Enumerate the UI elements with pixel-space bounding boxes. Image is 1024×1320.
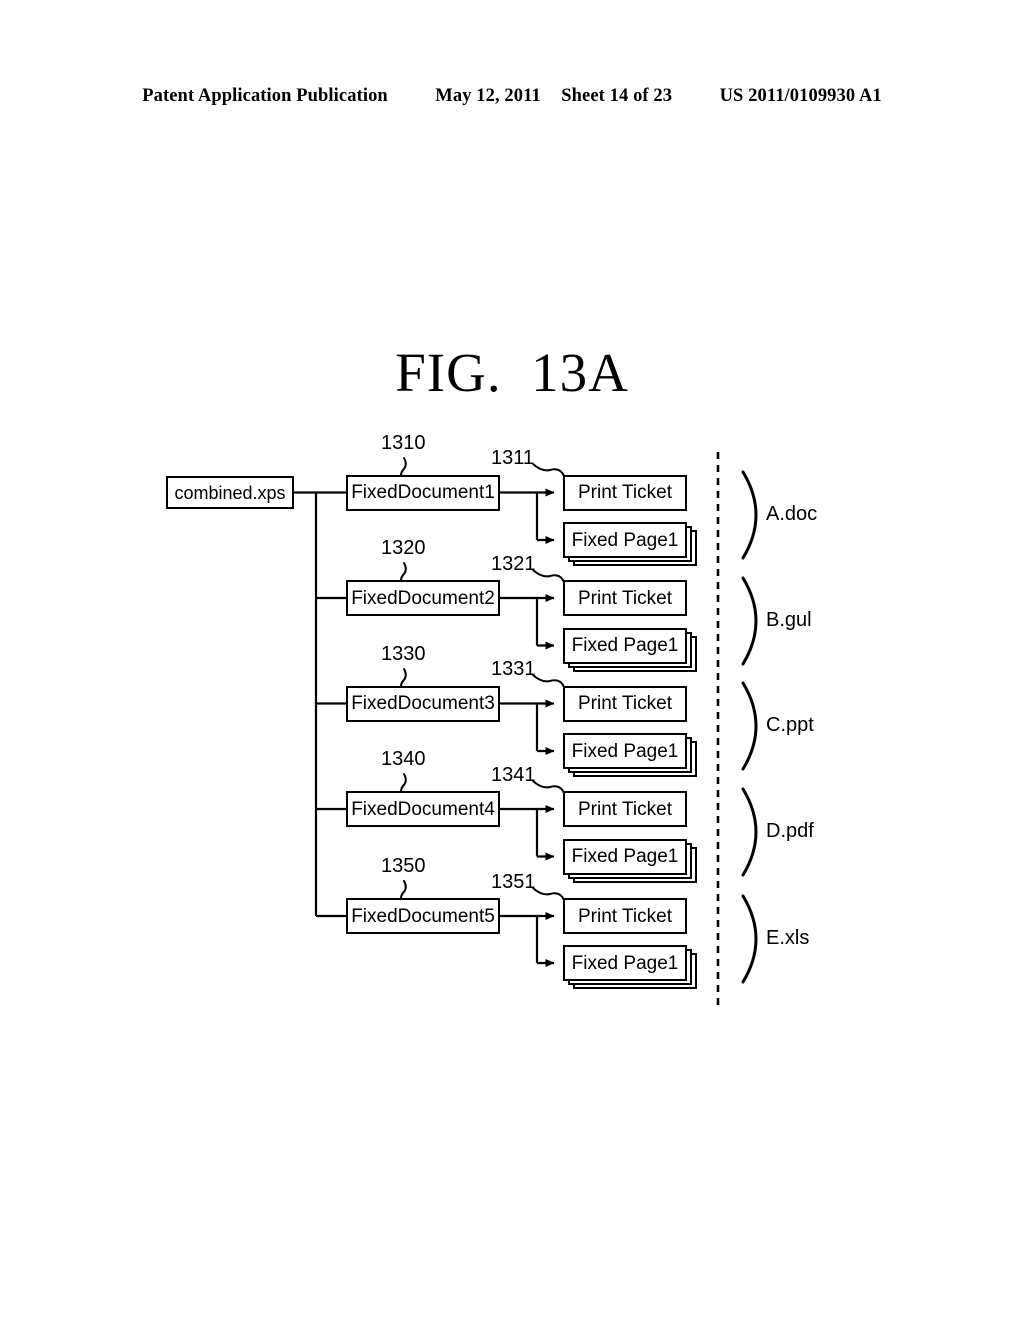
connector-doc4-split: [500, 807, 539, 857]
connector-doc5-split: [500, 914, 539, 963]
brace-d-pdf: [741, 787, 758, 877]
reference-numeral-1341: 1341: [491, 764, 536, 786]
reference-numeral-1330: 1330: [381, 643, 426, 665]
connector-doc3-split: [500, 702, 539, 751]
reference-numeral-1351: 1351: [491, 871, 536, 893]
fixed-document-node-2[interactable]: FixedDocument2: [346, 580, 500, 616]
fixed-page-node-1[interactable]: Fixed Page1: [563, 522, 687, 558]
print-ticket-node-2[interactable]: Print Ticket: [563, 580, 687, 616]
reference-numeral-1340: 1340: [381, 748, 426, 770]
fixed-document-node-5[interactable]: FixedDocument5: [346, 898, 500, 934]
leader-1331: [532, 674, 565, 688]
leader-1311: [532, 463, 565, 477]
fixed-page-node-4[interactable]: Fixed Page1: [563, 838, 687, 875]
reference-numeral-1321: 1321: [491, 553, 536, 575]
leader-1321: [532, 569, 565, 583]
brace-a-doc: [741, 470, 758, 560]
reference-numeral-1311: 1311: [491, 447, 535, 469]
print-ticket-node-4[interactable]: Print Ticket: [563, 791, 687, 827]
fixed-document-node-1[interactable]: FixedDocument1: [346, 474, 500, 511]
leader-1341: [532, 780, 565, 794]
fixed-page-node-5[interactable]: Fixed Page1: [563, 945, 687, 981]
print-ticket-node-1[interactable]: Print Ticket: [563, 474, 687, 511]
source-file-label-b-gul: B.gul: [766, 609, 812, 631]
print-ticket-node-5[interactable]: Print Ticket: [563, 898, 687, 934]
brace-e-xls: [741, 894, 758, 984]
source-file-label-d-pdf: D.pdf: [766, 820, 814, 842]
leader-1351: [532, 887, 565, 901]
print-ticket-node-3[interactable]: Print Ticket: [563, 685, 687, 722]
connector-doc1-split: [500, 491, 539, 540]
fixed-document-node-3[interactable]: FixedDocument3: [346, 685, 500, 722]
reference-numeral-1320: 1320: [381, 537, 426, 559]
fixed-page-node-3[interactable]: Fixed Page1: [563, 733, 687, 769]
reference-numeral-1350: 1350: [381, 855, 426, 877]
source-file-label-e-xls: E.xls: [766, 927, 810, 949]
fixed-page-node-2[interactable]: Fixed Page1: [563, 627, 687, 664]
source-file-label-c-ppt: C.ppt: [766, 714, 814, 736]
brace-b-gul: [741, 576, 758, 666]
reference-numeral-1310: 1310: [381, 432, 426, 454]
reference-numeral-1331: 1331: [491, 658, 536, 680]
connector-doc2-split: [500, 596, 539, 646]
fixed-document-node-4[interactable]: FixedDocument4: [346, 791, 500, 827]
source-file-label-a-doc: A.doc: [766, 503, 818, 525]
brace-c-ppt: [741, 681, 758, 771]
combined-xps-node[interactable]: combined.xps: [166, 476, 294, 509]
